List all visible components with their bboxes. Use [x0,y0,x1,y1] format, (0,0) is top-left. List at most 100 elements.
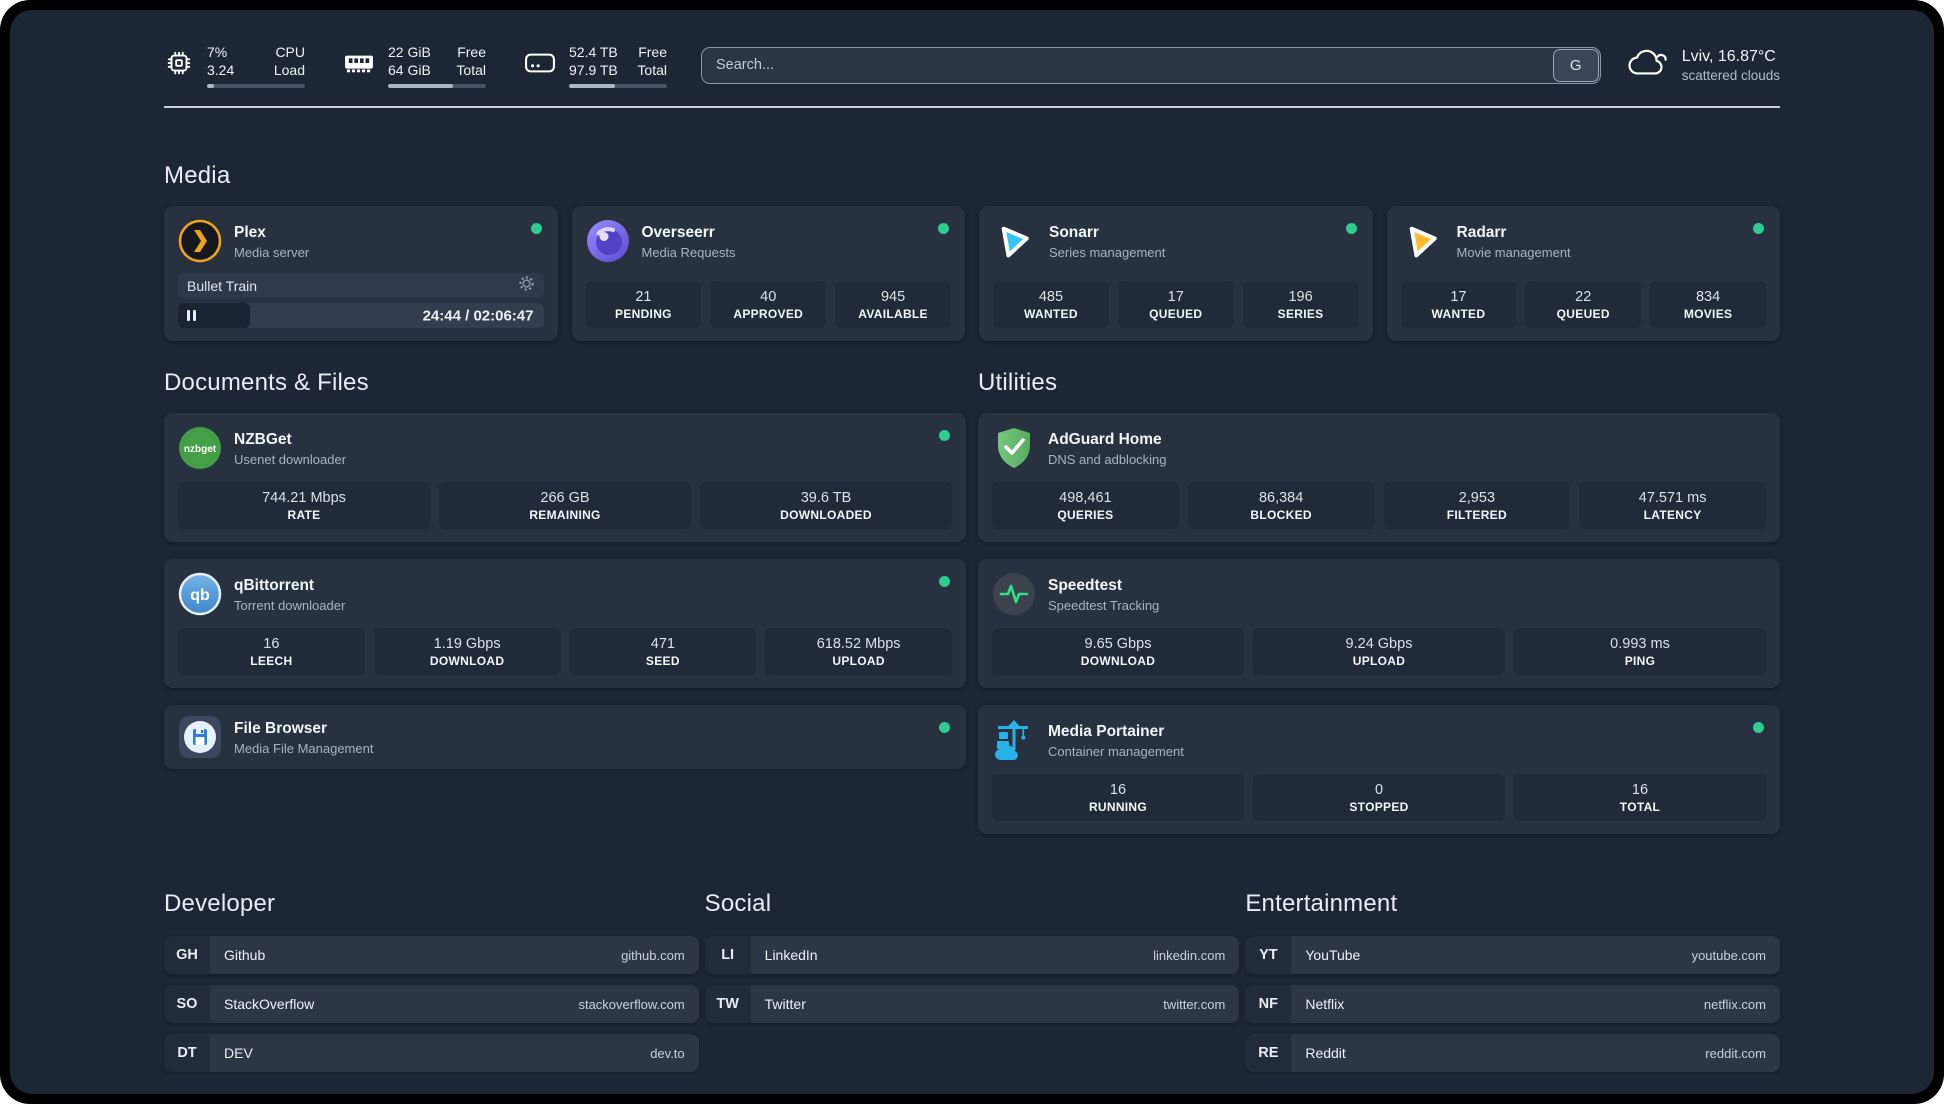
stat-tile: 485 WANTED [993,281,1109,328]
app-description: Speedtest Tracking [1048,597,1160,613]
stat-label: FILTERED [1446,507,1507,522]
stat-label: UPLOAD [832,653,885,668]
cpu-label: CPU [275,43,305,60]
bookmark-url: reddit.com [1705,1045,1766,1061]
qbittorrent-icon: qb [178,572,222,616]
bookmark-reddit[interactable]: RE Reddit reddit.com [1245,1034,1780,1072]
app-description: DNS and adblocking [1048,451,1167,467]
weather-widget: Lviv, 16.87°C scattered clouds [1627,46,1780,84]
bookmark-abbr: GH [176,947,198,963]
service-card-sonarr[interactable]: Sonarr Series management 485 WANTED 17 QUE… [979,206,1373,341]
stat-label: QUEUED [1149,306,1203,321]
sonarr-icon [993,219,1037,263]
stat-value: 196 [1288,288,1313,305]
app-name: Plex [234,223,266,241]
bookmark-url: twitter.com [1163,996,1226,1012]
stat-value: 0.993 ms [1610,635,1670,652]
stat-value: 485 [1038,288,1064,305]
bookmark-youtube[interactable]: YT YouTube youtube.com [1245,936,1780,974]
stat-value: 834 [1695,288,1721,305]
app-description: Container management [1048,743,1184,759]
service-card-plex[interactable]: Plex Media server Bullet Train 24:44 / 0… [164,206,558,341]
status-dot [938,223,949,234]
bookmarks-area: Developer GH Github github.com SO StackO… [164,890,1780,1094]
app-name: Sonarr [1049,223,1099,241]
app-description: Usenet downloader [234,451,347,467]
service-card-portainer[interactable]: Media Portainer Container management 16 R… [978,705,1780,834]
service-card-overseerr[interactable]: Overseerr Media Requests 21 PENDING 40 APP… [571,206,965,341]
cpu-progress-track [207,83,305,88]
stat-tile: 21 PENDING [585,281,702,328]
bookmark-twitter[interactable]: TW Twitter twitter.com [704,985,1240,1023]
stat-tile: 40 APPROVED [710,281,827,328]
stat-label: LEECH [250,653,293,668]
stat-value: 39.6 TB [800,489,852,506]
stat-tile: 17 QUEUED [1117,281,1234,328]
stat-value: 744.21 Mbps [262,489,346,506]
bookmark-abbr: SO [176,996,198,1012]
weather-location-temperature: Lviv, 16.87°C [1681,48,1776,65]
stat-value: 17 [1167,288,1184,305]
service-card-radarr[interactable]: Radarr Movie management 17 WANTED 22 QUEUE… [1386,206,1780,341]
stats-row: 485 WANTED 17 QUEUED 196 SERIES [993,269,1359,328]
bookmark-name: YouTube [1305,947,1361,963]
bookmark-netflix[interactable]: NF Netflix netflix.com [1245,985,1780,1023]
bookmark-linkedin[interactable]: LI LinkedIn linkedin.com [704,936,1240,974]
stat-label: BLOCKED [1250,507,1312,522]
bookmark-abbr: NF [1258,996,1278,1012]
stat-label: STOPPED [1349,799,1409,814]
stat-label: RUNNING [1088,799,1148,814]
nzbget-icon: nzbget [178,426,222,470]
memory-icon [343,50,375,81]
bookmark-name: Github [224,947,266,963]
stat-label: REMAINING [529,507,601,522]
playback-progress-fill [178,303,250,328]
bookmark-github[interactable]: GH Github github.com [164,936,699,974]
stat-label: RATE [287,507,321,522]
bookmark-dev[interactable]: DT DEV dev.to [164,1034,699,1072]
app-name: AdGuard Home [1048,430,1162,448]
plex-icon [178,219,222,263]
status-dot [939,576,950,587]
stat-value: 22 [1575,288,1592,305]
stat-tile: 0 STOPPED [1253,774,1505,821]
storage-total-label: Total [637,61,667,78]
status-dot [530,223,542,234]
service-card-adguard[interactable]: AdGuard Home DNS and adblocking 498,461 Q… [978,413,1780,542]
stat-label: TOTAL [1619,799,1661,814]
section-title-media: Media [164,162,231,189]
search-engine-button[interactable]: G [1552,48,1599,82]
stat-label: WANTED [1431,306,1486,321]
playback-progress-bar[interactable]: 24:44 / 02:06:47 [178,303,544,328]
storage-free-value: 52.4 TB [569,43,618,60]
service-card-qbittorrent[interactable]: qb qBittorrent Torrent downloader 16 LEEC… [164,559,966,688]
stats-row: 744.21 Mbps RATE 266 GB REMAINING 39.6 TB D… [178,470,952,529]
cpu-usage-value: 7% [207,43,228,60]
memory-free-label: Free [457,43,486,60]
bookmark-name: Netflix [1305,996,1345,1012]
search-input[interactable] [701,46,1601,84]
storage-total-value: 97.9 TB [569,61,618,78]
app-name: Radarr [1456,223,1507,241]
section-title-utilities: Utilities [978,369,1058,396]
playback-time: 24:44 / 02:06:47 [422,307,534,324]
storage-free-label: Free [638,43,667,60]
window-frame: 7% CPU 3.24 Load 22 GiB Free 64 GiB Total [0,0,1944,1104]
service-card-filebrowser[interactable]: File Browser Media File Management [164,705,966,769]
app-name: qBittorrent [234,576,315,594]
stat-label: MOVIES [1683,306,1733,321]
service-card-nzbget[interactable]: nzbget NZBGet Usenet downloader 744.21 M… [164,413,966,542]
stat-value: 945 [880,288,906,305]
status-dot [939,430,950,441]
bookmark-body: YouTube youtube.com [1291,936,1780,974]
stat-tile: 196 SERIES [1242,281,1359,328]
service-card-speedtest[interactable]: Speedtest Speedtest Tracking 9.65 Gbps DO… [978,559,1780,688]
stat-label: QUEUED [1556,306,1610,321]
status-dot [939,722,950,733]
stat-tile: 17 WANTED [1400,281,1517,328]
status-dot [1753,223,1764,234]
stat-value: 9.65 Gbps [1084,635,1152,652]
filebrowser-icon [178,715,222,759]
bookmark-stackoverflow[interactable]: SO StackOverflow stackoverflow.com [164,985,699,1023]
settings-icon[interactable] [518,275,535,297]
